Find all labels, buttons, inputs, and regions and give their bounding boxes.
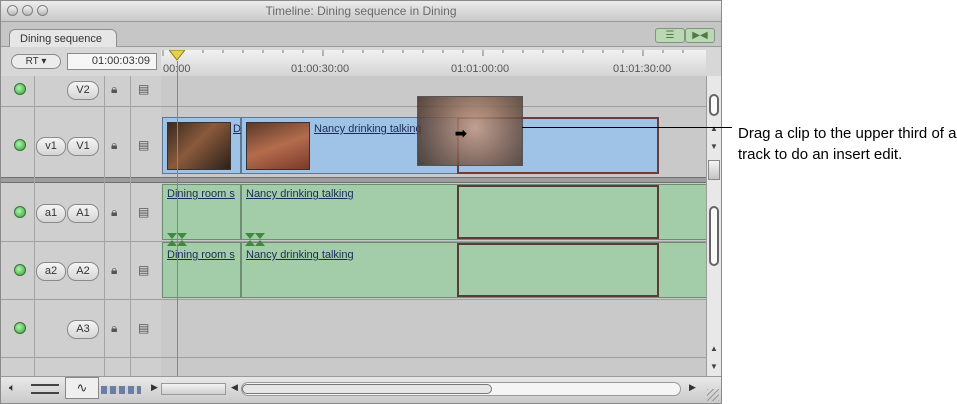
lock-icon[interactable]: 🔒︎ [111, 263, 117, 278]
clip-name: Dining room s [167, 188, 235, 200]
clip-name: Dining room s [167, 249, 235, 261]
auto-select-icon[interactable]: ▤ [138, 138, 149, 152]
auto-select-icon[interactable]: ▤ [138, 263, 149, 277]
source-control-a1[interactable]: a1 [36, 204, 66, 223]
scroll-up-arrow[interactable]: ▲ [710, 344, 718, 353]
audio-enable-toggle-a1[interactable] [14, 206, 26, 218]
audio-controls-icon[interactable]: 🔈︎ [9, 382, 16, 395]
lock-icon[interactable]: 🔒︎ [111, 321, 117, 336]
sync-marker-icon [167, 233, 187, 246]
vertical-scrollbar[interactable]: ▲ ▼ ▲ ▼ [706, 76, 721, 376]
track-divider [1, 299, 706, 300]
track-label-a2[interactable]: A2 [67, 262, 99, 281]
window-title: Timeline: Dining sequence in Dining [265, 4, 457, 18]
clip-name: Nancy drinking talking [246, 249, 354, 261]
zoom-slider[interactable] [161, 383, 226, 395]
linked-selection-icon: ☰ [665, 30, 675, 41]
horizontal-scrollbar[interactable] [241, 382, 681, 396]
time-ruler[interactable]: 00:00 01:00:30:00 01:01:00:00 01:01:30:0… [161, 50, 706, 77]
track-visibility-toggle-v2[interactable] [14, 83, 26, 95]
auto-select-icon[interactable]: ▤ [138, 205, 149, 219]
track-height-icon[interactable] [31, 384, 59, 394]
scroll-right-arrow[interactable]: ▶ [689, 382, 696, 393]
video-scroll-thumb[interactable] [709, 94, 719, 116]
audio-clip[interactable]: Dining room s [162, 184, 241, 240]
callout-leader-line [522, 127, 732, 128]
clip-name: Nancy drinking talking [246, 188, 354, 200]
callout-text: Drag a clip to the upper third of a trac… [738, 125, 957, 163]
horizontal-scroll-thumb[interactable] [242, 384, 492, 394]
auto-select-icon[interactable]: ▤ [138, 82, 149, 96]
clip-overlays-button[interactable]: ∿ [65, 377, 99, 399]
linked-selection-button[interactable]: ☰ [655, 28, 685, 43]
video-clip[interactable]: D [162, 117, 241, 174]
audio-enable-toggle-a3[interactable] [14, 322, 26, 334]
track-label-a1[interactable]: A1 [67, 204, 99, 223]
scroll-left-arrow[interactable]: ◀ [231, 382, 238, 393]
track-divider [1, 357, 706, 358]
header-column-divider [34, 76, 35, 376]
video-audio-divider[interactable] [1, 177, 706, 183]
source-control-v1[interactable]: v1 [36, 137, 66, 156]
keyframe-line-icon: ∿ [76, 380, 88, 395]
clip-thumbnail [246, 122, 310, 170]
timeline-window: Timeline: Dining sequence in Dining Dini… [0, 0, 722, 404]
track-label-v1[interactable]: V1 [67, 137, 99, 156]
tab-dining-sequence[interactable]: Dining sequence [9, 29, 117, 47]
playhead-line[interactable] [177, 61, 178, 376]
lock-icon[interactable]: 🔒︎ [111, 205, 117, 220]
ruler-tick-label: 01:01:30:00 [613, 63, 672, 75]
snapping-button[interactable]: ▶◀ [685, 28, 715, 43]
insert-drop-outline [457, 243, 659, 297]
scroll-up-arrow[interactable]: ▲ [710, 124, 718, 133]
lock-icon[interactable]: 🔒︎ [111, 82, 117, 97]
track-label-v2[interactable]: V2 [67, 81, 99, 100]
ruler-tick-label: 01:00:30:00 [291, 63, 350, 75]
rt-menu-button[interactable]: RT ▾ [11, 54, 61, 69]
zoom-left-arrow[interactable]: ▶ [151, 382, 158, 393]
audio-scroll-thumb[interactable] [709, 206, 719, 266]
dragged-clip-preview [417, 96, 523, 166]
insert-arrow-icon: ➡ [455, 125, 467, 141]
header-column-divider [130, 76, 131, 376]
track-size-selector[interactable] [101, 386, 141, 394]
current-timecode-field[interactable]: 01:00:03:09 [67, 53, 157, 70]
track-label-a3[interactable]: A3 [67, 320, 99, 339]
source-control-a2[interactable]: a2 [36, 262, 66, 281]
audio-clip[interactable]: Dining room s [162, 242, 241, 298]
header-column-divider [104, 76, 105, 376]
track-divider [1, 106, 706, 107]
scroll-down-arrow[interactable]: ▼ [710, 362, 718, 371]
audio-enable-toggle-a2[interactable] [14, 264, 26, 276]
track-visibility-toggle-v1[interactable] [14, 139, 26, 151]
sync-marker-icon [245, 233, 265, 246]
auto-select-icon[interactable]: ▤ [138, 321, 149, 335]
insert-drop-outline [457, 185, 659, 239]
track-split-handle[interactable] [708, 160, 720, 180]
lock-icon[interactable]: 🔒︎ [111, 138, 117, 153]
clip-name: D [233, 123, 241, 135]
scroll-down-arrow[interactable]: ▼ [710, 142, 718, 151]
window-resize-handle[interactable] [707, 389, 719, 401]
snap-icon: ▶◀ [692, 30, 708, 41]
ruler-tick-label: 01:01:00:00 [451, 63, 510, 75]
